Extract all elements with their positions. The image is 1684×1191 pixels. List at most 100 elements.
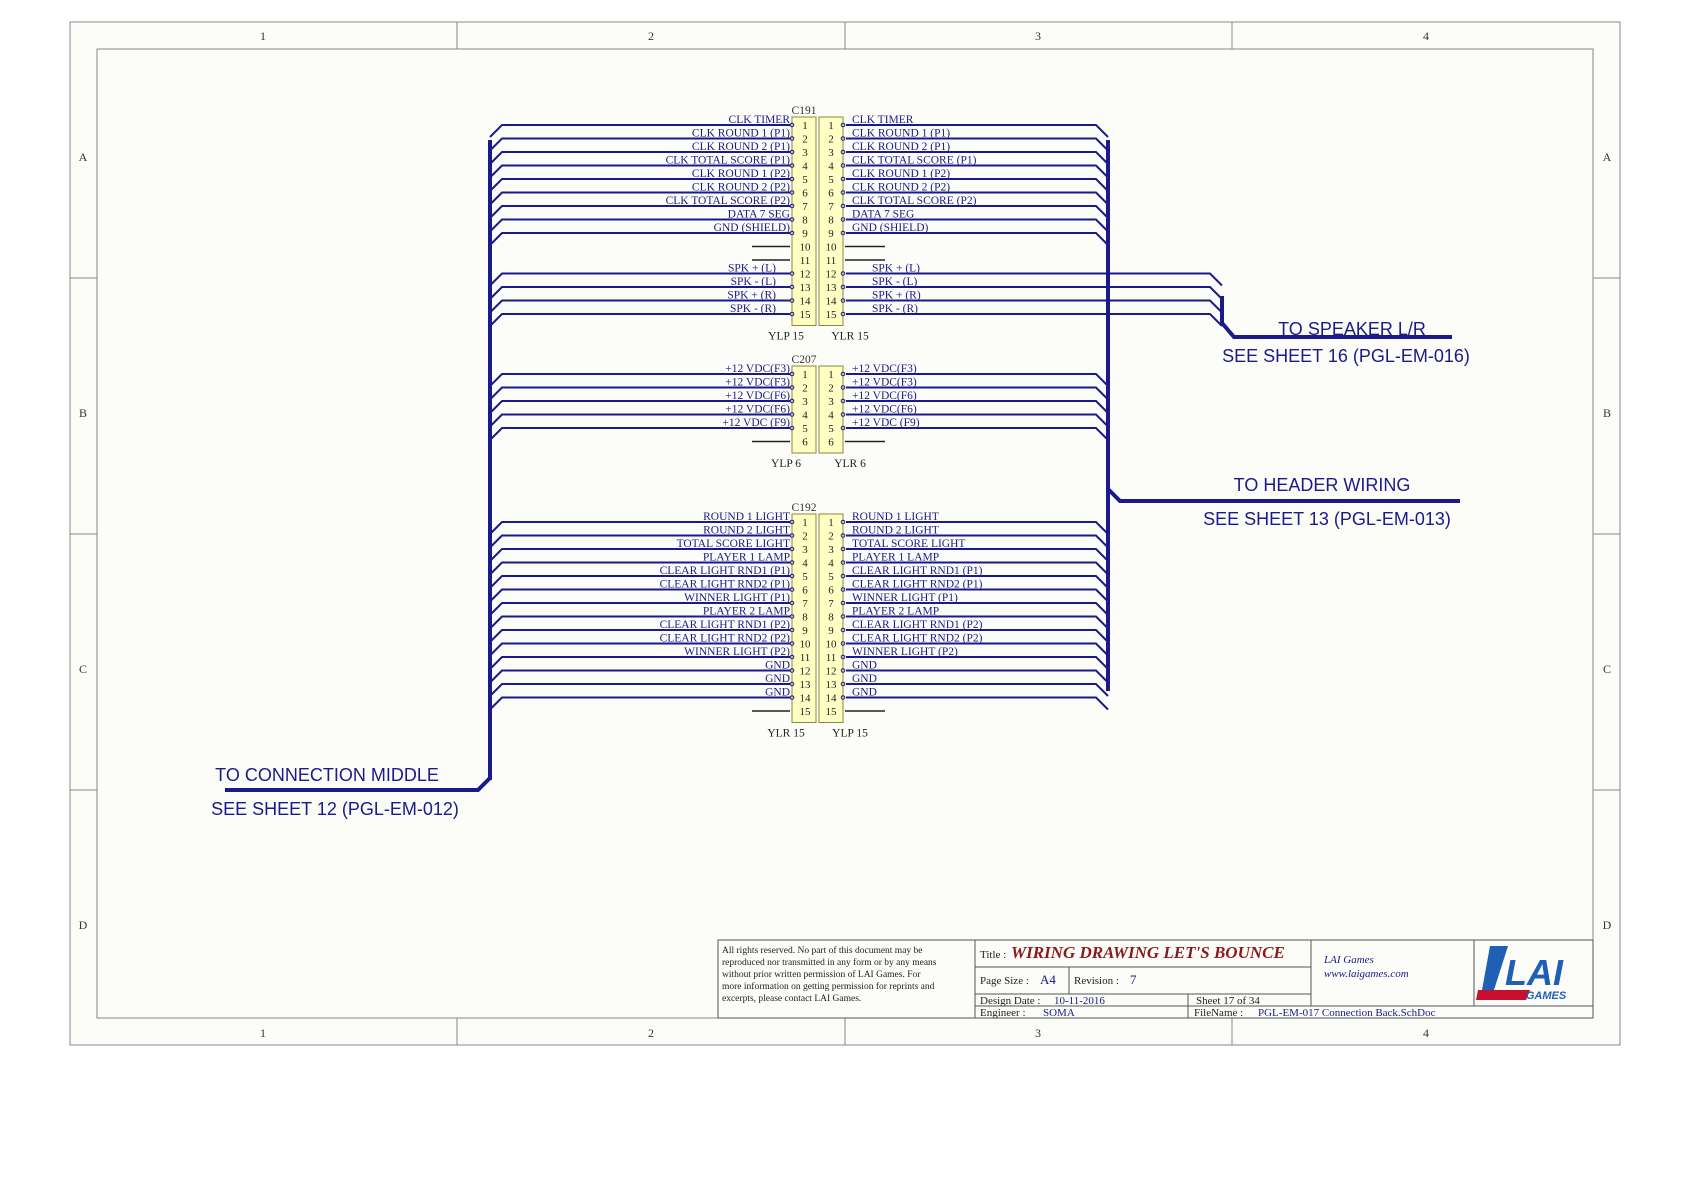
signal-label-right: PLAYER 2 LAMP	[852, 606, 939, 618]
frame-row-left-a: A	[79, 150, 88, 164]
pin-number-left: 3	[802, 544, 808, 556]
pin-number-right: 15	[826, 706, 838, 718]
signal-label-left: CLK ROUND 2 (P1)	[692, 141, 790, 153]
pin-number-right: 11	[826, 652, 837, 664]
notice-line-5: excerpts, please contact LAI Games.	[722, 994, 861, 1004]
signal-label-right: ROUND 1 LIGHT	[852, 511, 939, 523]
pin-number-right: 8	[828, 612, 834, 624]
frame-row-left-b: B	[79, 406, 87, 420]
signal-label-right: CLK ROUND 2 (P2)	[852, 182, 950, 194]
signal-label-left: WINNER LIGHT (P1)	[684, 592, 790, 604]
signal-label-left: +12 VDC(F3)	[725, 363, 790, 375]
pin-number-right: 2	[828, 531, 834, 543]
signal-label-right: CLK TOTAL SCORE (P2)	[852, 195, 977, 207]
pin-number-right: 4	[828, 410, 834, 422]
pin-number-right: 6	[828, 437, 834, 449]
signal-label-left: CLEAR LIGHT RND2 (P1)	[660, 579, 791, 591]
connector-ref: C192	[792, 502, 817, 514]
pin-number-left: 4	[802, 161, 808, 173]
frame-row-left-d: D	[79, 918, 88, 932]
pin-number-left: 6	[802, 188, 808, 200]
signal-label-left: GND	[765, 660, 790, 672]
pin-number-left: 7	[802, 598, 808, 610]
signal-label-right: CLK TOTAL SCORE (P1)	[852, 155, 977, 167]
notice-line-3: without prior written permission of LAI …	[722, 969, 921, 980]
pin-number-left: 12	[800, 666, 811, 678]
frame-col-bottom-2: 2	[648, 1026, 654, 1040]
pin-number-left: 9	[802, 228, 808, 240]
notice-line-1: All rights reserved. No part of this doc…	[722, 945, 923, 956]
pin-number-right: 10	[826, 242, 838, 254]
plug-name-right: YLR 6	[834, 458, 866, 470]
plug-name-right: YLR 15	[831, 331, 869, 343]
pin-number-right: 8	[828, 215, 834, 227]
signal-label-left: DATA 7 SEG	[728, 209, 790, 221]
signal-label-right: GND (SHIELD)	[852, 222, 929, 234]
pin-number-left: 1	[802, 120, 808, 132]
title-block: All rights reserved. No part of this doc…	[717, 939, 1594, 1019]
signal-label-left: PLAYER 1 LAMP	[703, 552, 790, 564]
signal-label-left: CLEAR LIGHT RND2 (P2)	[660, 633, 791, 645]
frame-row-left-c: C	[79, 662, 87, 676]
notice-line-2: reproduced nor transmitted in any form o…	[722, 957, 937, 968]
pin-number-right: 13	[826, 282, 838, 294]
header-offsheet-title: TO HEADER WIRING	[1234, 475, 1411, 495]
signal-label-right: SPK + (L)	[872, 263, 920, 275]
pin-number-left: 14	[800, 693, 812, 705]
signal-label-right: CLEAR LIGHT RND1 (P2)	[852, 619, 983, 631]
sheet-number: Sheet 17 of 34	[1196, 995, 1260, 1007]
pin-number-right: 2	[828, 383, 834, 395]
pin-number-left: 15	[800, 706, 812, 718]
pin-number-right: 1	[828, 120, 834, 132]
pin-number-left: 8	[802, 215, 808, 227]
signal-label-left: SPK - (R)	[730, 303, 776, 315]
pin-number-left: 14	[800, 296, 812, 308]
filename-label: FileName :	[1194, 1007, 1243, 1019]
pin-number-right: 11	[826, 255, 837, 267]
pin-number-left: 3	[802, 147, 808, 159]
signal-label-left: +12 VDC(F6)	[725, 404, 790, 416]
signal-label-right: +12 VDC(F6)	[852, 390, 917, 402]
pin-number-right: 3	[828, 147, 834, 159]
signal-label-left: WINNER LIGHT (P2)	[684, 646, 790, 658]
pin-number-right: 9	[828, 625, 834, 637]
pin-number-left: 5	[802, 423, 808, 435]
pin-number-right: 7	[828, 201, 834, 213]
middle-offsheet-title: TO CONNECTION MIDDLE	[215, 765, 439, 785]
signal-label-right: TOTAL SCORE LIGHT	[852, 538, 965, 550]
pin-number-left: 4	[802, 558, 808, 570]
pin-number-right: 3	[828, 396, 834, 408]
frame-row-right-b: B	[1603, 406, 1611, 420]
frame-col-top-4: 4	[1423, 29, 1429, 43]
signal-label-left: CLEAR LIGHT RND1 (P1)	[660, 565, 791, 577]
pin-number-right: 1	[828, 517, 834, 529]
signal-label-left: TOTAL SCORE LIGHT	[677, 538, 790, 550]
signal-label-right: GND	[852, 687, 877, 699]
signal-label-right: SPK - (R)	[872, 303, 918, 315]
pin-number-left: 12	[800, 269, 811, 281]
pin-number-right: 5	[828, 571, 834, 583]
frame-col-bottom-3: 3	[1035, 1026, 1041, 1040]
signal-label-right: CLK TIMER	[852, 114, 914, 126]
pin-number-right: 3	[828, 544, 834, 556]
plug-name-right: YLP 15	[832, 728, 868, 740]
pin-number-right: 13	[826, 679, 838, 691]
signal-label-left: +12 VDC(F6)	[725, 390, 790, 402]
signal-label-right: +12 VDC(F6)	[852, 404, 917, 416]
signal-label-left: CLK TOTAL SCORE (P1)	[666, 155, 791, 167]
page-size-value: A4	[1040, 972, 1056, 987]
pin-number-right: 7	[828, 598, 834, 610]
signal-label-left: ROUND 1 LIGHT	[703, 511, 790, 523]
signal-label-right: +12 VDC(F3)	[852, 377, 917, 389]
signal-label-right: SPK + (R)	[872, 290, 921, 302]
signal-label-left: +12 VDC (F9)	[722, 417, 790, 429]
schematic-sheet: 1 2 3 4 1 2 3 4 A B C D A B C D C1911 1CL…	[0, 0, 1684, 1191]
signal-label-left: CLK TIMER	[729, 114, 791, 126]
frame-col-bottom-1: 1	[260, 1026, 266, 1040]
pin-number-left: 1	[802, 517, 808, 529]
notice-line-4: more information on getting permission f…	[722, 981, 935, 992]
pin-number-left: 13	[800, 282, 812, 294]
header-offsheet-ref: SEE SHEET 13 (PGL-EM-013)	[1203, 509, 1451, 529]
pin-number-left: 6	[802, 585, 808, 597]
pin-number-left: 11	[800, 255, 811, 267]
